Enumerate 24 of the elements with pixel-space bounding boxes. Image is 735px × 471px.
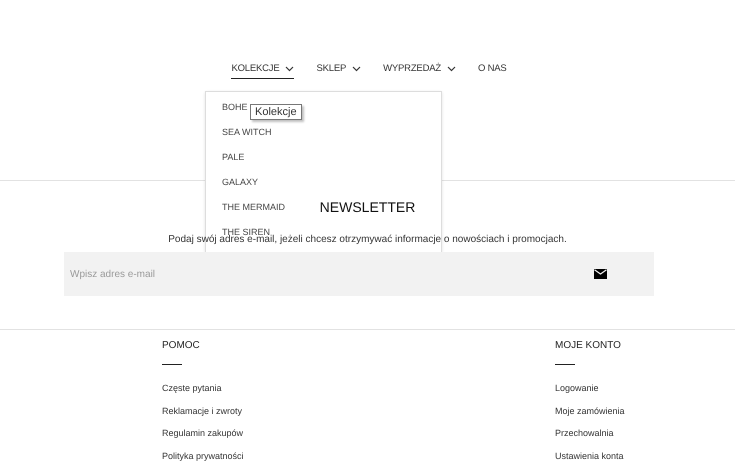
footer-link[interactable]: Moje zamówienia [555, 406, 665, 428]
menu-item[interactable]: PALE [222, 152, 244, 163]
footer-link[interactable]: Częste pytania [162, 383, 272, 406]
nav-link[interactable]: WYPRZEDAŻ [383, 63, 456, 79]
footer-link[interactable]: Logowanie [555, 383, 665, 406]
nav-link[interactable]: KOLEKCJE [231, 63, 294, 79]
section-title: NEWSLETTER [320, 199, 416, 215]
menu-item[interactable]: GALAXY [222, 177, 258, 188]
nav-link[interactable]: O NAS [478, 63, 507, 79]
footer-link[interactable]: Regulamin zakupów [162, 428, 272, 452]
footer-link[interactable]: Przechowalnia [555, 428, 665, 452]
menu-item[interactable]: SEA WITCH [222, 127, 272, 138]
footer-link[interactable]: Ustawienia konta [555, 451, 665, 471]
newsletter-text: Podaj swój adres e-mail, jeżeli chcesz otrzymywać informacje o nowościach i promocjach. [168, 234, 567, 245]
menu-item[interactable]: BOHE [222, 102, 248, 113]
menu-item[interactable]: THE MERMAID [222, 202, 285, 213]
column-title: MOJE KONTO [555, 340, 622, 351]
footer-link[interactable]: Reklamacje i zwroty [162, 406, 272, 428]
column-title: POMOC [162, 340, 201, 351]
footer-link[interactable]: Polityka prywatności [162, 451, 272, 471]
tooltip: Kolekcje [250, 104, 302, 120]
nav-link[interactable]: SKLEP [316, 63, 362, 79]
envelope-icon[interactable] [594, 269, 607, 279]
email-field[interactable]: Wpisz adres e-mail [64, 252, 654, 296]
